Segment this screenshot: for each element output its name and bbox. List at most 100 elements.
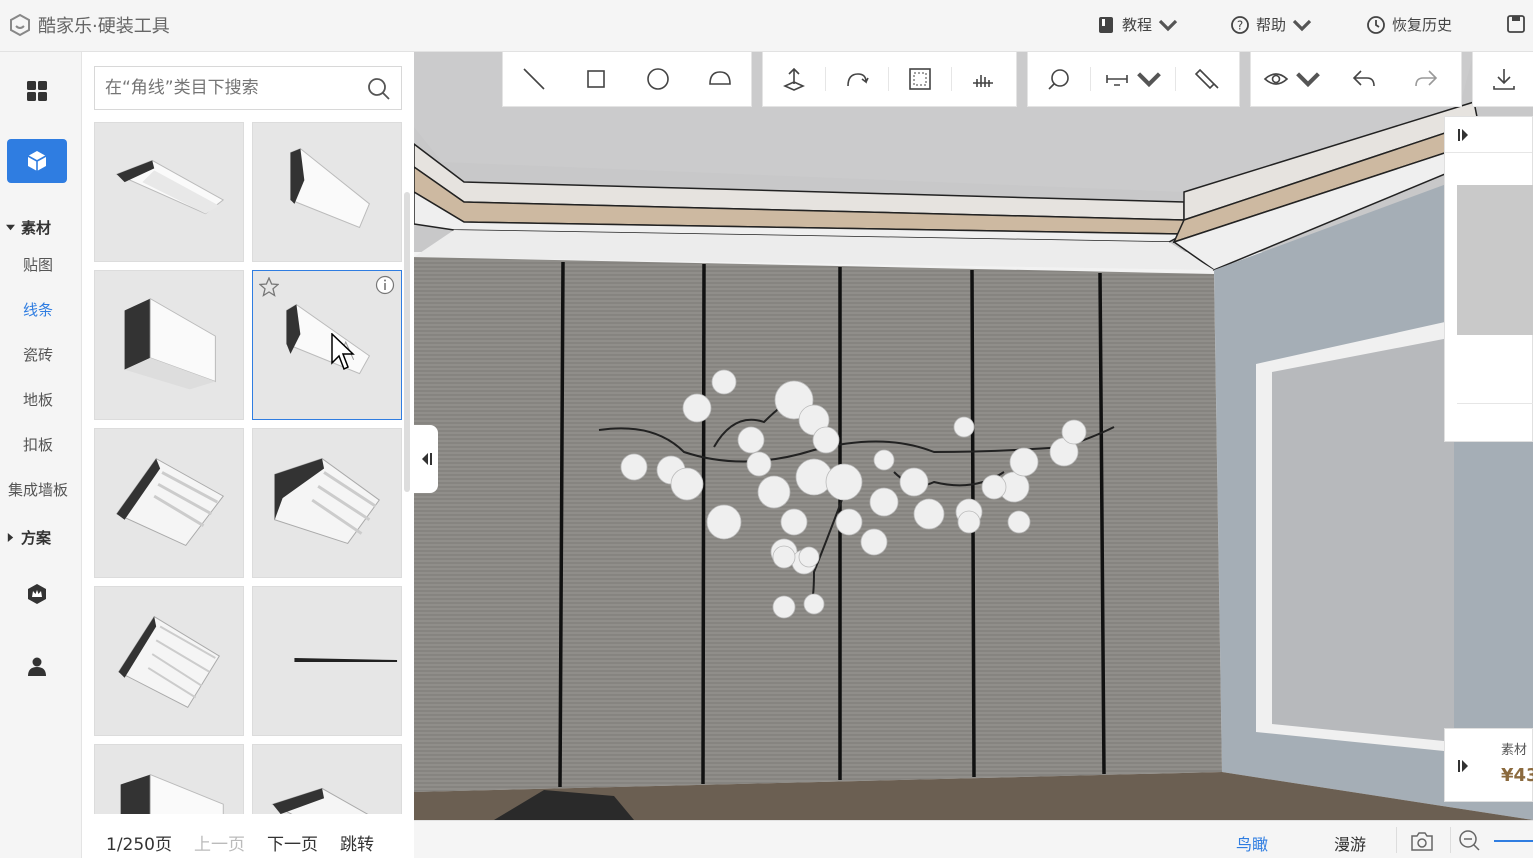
materials-section[interactable]: 素材	[6, 217, 51, 238]
measure-dropdown-button[interactable]	[1091, 52, 1175, 107]
redo-button[interactable]	[1395, 52, 1457, 107]
chevron-down-icon	[1137, 72, 1161, 88]
molding-thumbnail	[115, 457, 225, 547]
materials-button[interactable]	[7, 139, 67, 183]
molding-thumbnail	[294, 658, 398, 662]
save-button[interactable]	[1506, 14, 1526, 34]
material-price-panel: 素材 ¥43	[1444, 728, 1533, 802]
clock-icon	[1367, 15, 1385, 34]
tutorial-menu[interactable]: 教程	[1096, 14, 1178, 35]
rail-item-tiles[interactable]: 瓷砖	[0, 344, 76, 365]
transform-toolbar	[762, 52, 1017, 107]
cube-icon	[27, 151, 47, 171]
circle-icon	[647, 68, 669, 90]
measure-toolbar	[1027, 52, 1240, 107]
birdseye-mode-button[interactable]: 鸟瞰	[1236, 831, 1268, 855]
molding-tile[interactable]	[94, 122, 244, 262]
molding-tile[interactable]	[94, 744, 244, 814]
eye-icon	[1263, 73, 1289, 85]
material-label: 素材	[1501, 743, 1528, 758]
camera-icon[interactable]	[1410, 830, 1434, 852]
chevron-down-icon	[1296, 72, 1320, 88]
rotate-icon	[847, 73, 869, 87]
molding-tile[interactable]	[252, 122, 402, 262]
arc-icon	[709, 71, 731, 85]
roam-mode-button[interactable]: 漫游	[1334, 831, 1366, 855]
molding-thumbnail	[124, 297, 216, 390]
molding-tile[interactable]	[252, 744, 402, 814]
library-scrollbar[interactable]	[404, 192, 410, 492]
rectangle-tool-button[interactable]	[565, 52, 627, 107]
page-info: 1/250页	[106, 835, 172, 855]
history-menu[interactable]: 恢复历史	[1366, 14, 1452, 35]
molding-tile[interactable]	[94, 270, 244, 420]
zoom-slider[interactable]	[1494, 840, 1533, 842]
molding-thumbnail	[271, 787, 369, 814]
align-icon	[973, 75, 993, 87]
molding-thumbnail	[115, 159, 225, 215]
molding-tile[interactable]	[252, 428, 402, 578]
visibility-dropdown-button[interactable]	[1251, 52, 1333, 107]
cursor-pointer-icon	[331, 333, 355, 371]
materials-section-label: 素材	[21, 219, 52, 237]
molding-thumbnail	[117, 615, 221, 709]
plans-section[interactable]: 方案	[6, 527, 51, 548]
rail-item-stickers[interactable]: 贴图	[0, 254, 76, 275]
favorite-star-icon[interactable]	[259, 277, 279, 297]
search-box	[94, 66, 402, 110]
dashboard-button[interactable]	[7, 69, 67, 113]
jump-page-button[interactable]: 跳转	[340, 830, 374, 855]
align-button[interactable]	[952, 52, 1014, 107]
properties-panel-header	[1445, 117, 1532, 153]
rail-item-lines[interactable]: 线条	[0, 299, 76, 320]
select-area-button[interactable]	[889, 52, 951, 107]
properties-panel	[1444, 116, 1533, 442]
circle-tool-button[interactable]	[627, 52, 689, 107]
download-button[interactable]	[1473, 52, 1533, 107]
undo-icon	[1352, 70, 1375, 87]
zoom-out-icon[interactable]	[1458, 829, 1480, 851]
pagination: 1/250页 上一页 下一页 跳转	[106, 830, 374, 855]
top-bar: 酷家乐·硬装工具 教程 ? 帮助 恢复历史	[0, 0, 1533, 52]
brand-logo[interactable]: 酷家乐·硬装工具	[8, 12, 170, 38]
history-label: 恢复历史	[1392, 16, 1453, 34]
molding-tile[interactable]	[252, 586, 402, 736]
molding-grid	[94, 122, 402, 814]
arc-tool-button[interactable]	[689, 52, 751, 107]
search-icon[interactable]	[367, 77, 391, 101]
export-toolbar	[1472, 52, 1533, 107]
caret-down-icon	[6, 224, 15, 231]
info-icon[interactable]	[375, 275, 395, 295]
expand-panel-icon[interactable]	[1457, 127, 1471, 143]
rail-item-panel[interactable]: 扣板	[0, 434, 76, 455]
help-menu[interactable]: ? 帮助	[1230, 14, 1312, 35]
caret-right-icon	[7, 533, 14, 542]
undo-button[interactable]	[1333, 52, 1395, 107]
view-toolbar	[1250, 52, 1462, 107]
collapse-library-button[interactable]	[414, 425, 438, 493]
line-tool-button[interactable]	[503, 52, 565, 107]
search-input[interactable]	[95, 67, 345, 109]
molding-tile-selected[interactable]	[252, 270, 402, 420]
viewport-bottom-bar: 鸟瞰 漫游	[414, 820, 1533, 858]
3d-viewport[interactable]	[414, 52, 1533, 820]
account-button[interactable]	[7, 644, 67, 688]
rail-item-floor[interactable]: 地板	[0, 389, 76, 410]
push-pull-icon	[783, 67, 805, 91]
next-page-button[interactable]: 下一页	[267, 830, 318, 855]
molding-tile[interactable]	[94, 586, 244, 736]
help-label: 帮助	[1256, 16, 1287, 34]
kujiale-logo-icon	[10, 13, 30, 37]
zoom-object-button[interactable]	[1028, 52, 1090, 107]
expand-panel-icon[interactable]	[1457, 758, 1471, 774]
rotate-button[interactable]	[826, 52, 888, 107]
paint-brush-button[interactable]	[1176, 52, 1238, 107]
push-pull-button[interactable]	[763, 52, 825, 107]
book-icon	[1099, 16, 1113, 33]
prev-page-button[interactable]: 上一页	[194, 830, 245, 855]
molding-tile[interactable]	[94, 428, 244, 578]
vip-button[interactable]	[7, 572, 67, 616]
material-price: ¥43	[1501, 765, 1533, 786]
rail-item-wall-panel[interactable]: 集成墙板	[0, 479, 76, 500]
material-preview	[1457, 185, 1533, 335]
